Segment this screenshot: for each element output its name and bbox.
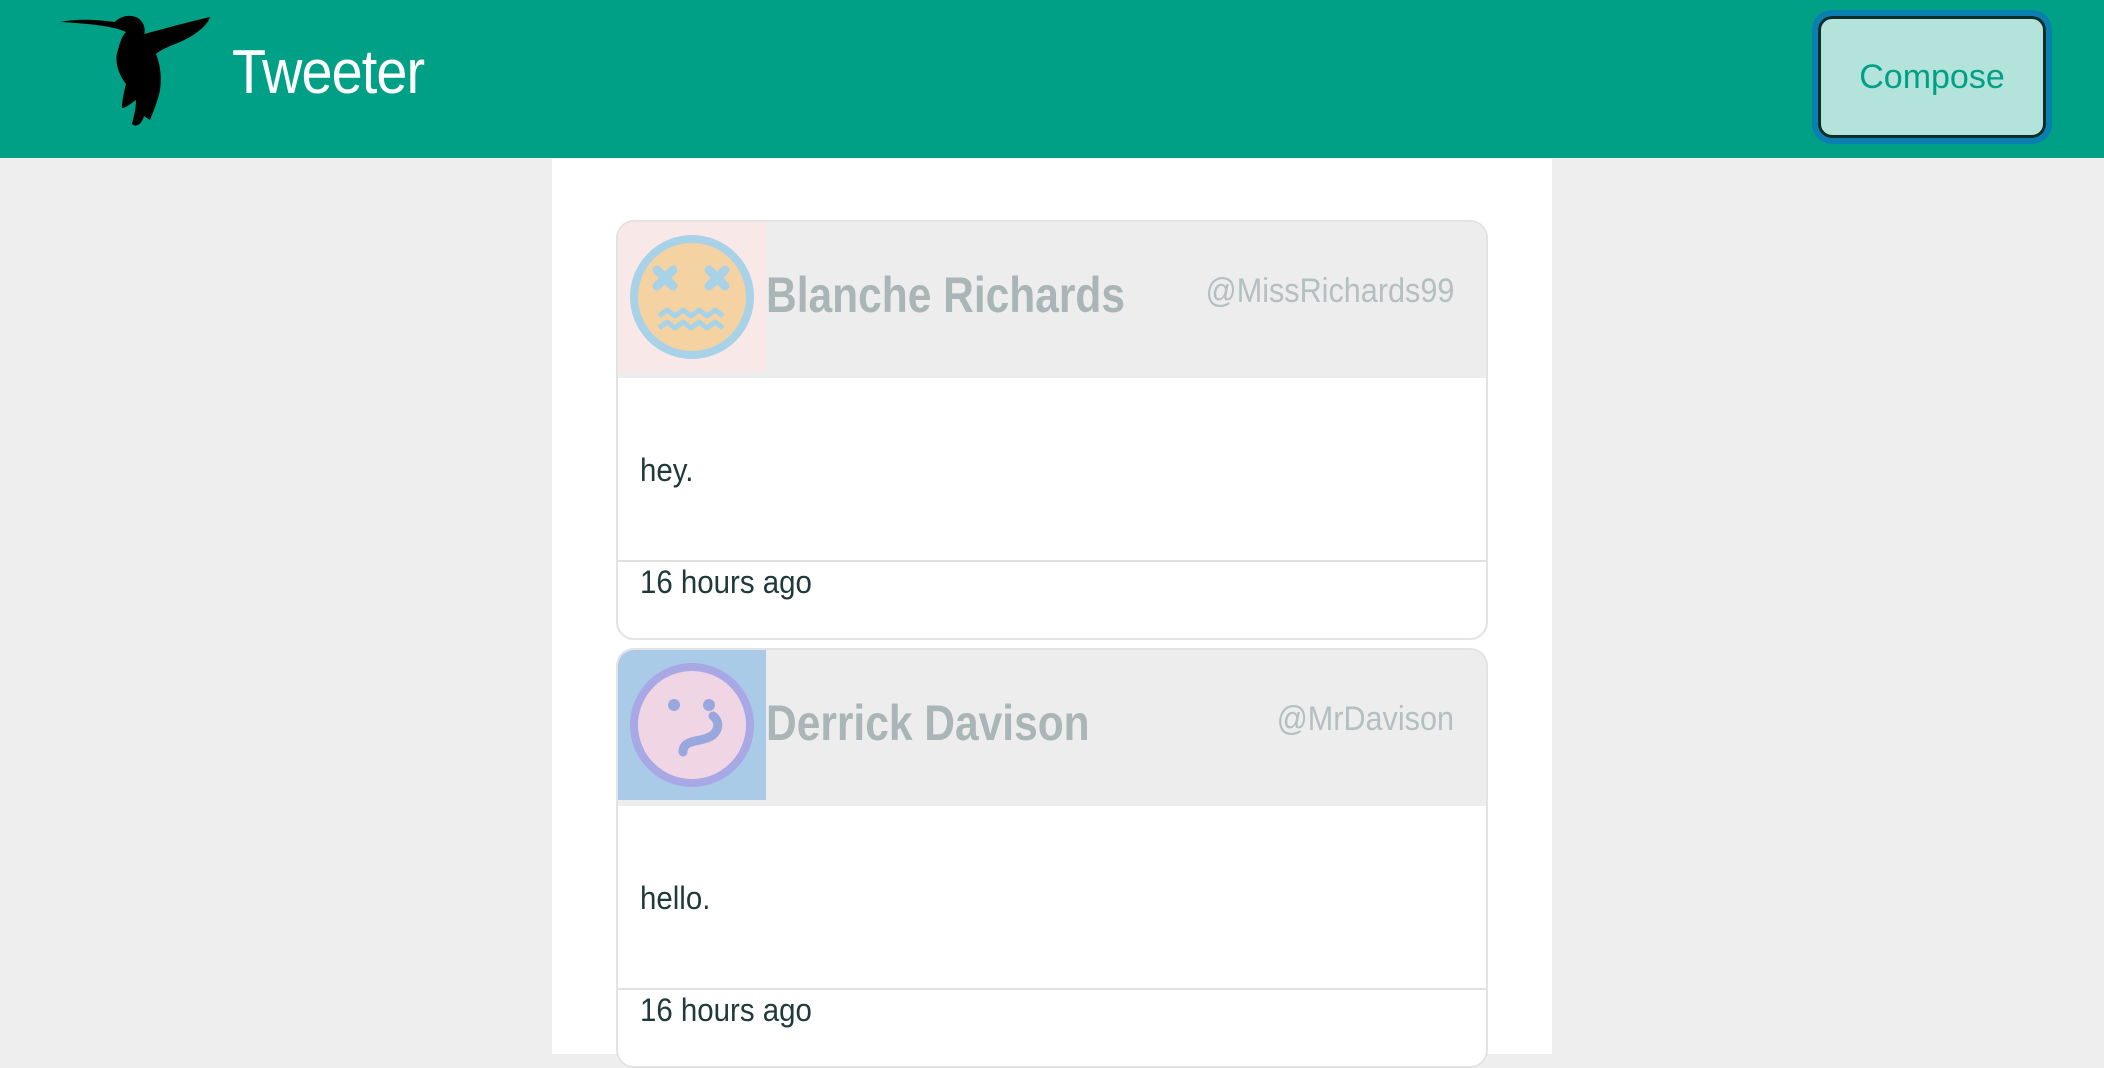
tweet-feed: Blanche Richards @MissRichards99 hey. 16…	[552, 158, 1552, 1068]
confused-face-avatar-icon	[630, 663, 754, 787]
tweet-card: Blanche Richards @MissRichards99 hey. 16…	[616, 220, 1488, 640]
tweet-author-handle: @MrDavison	[1276, 700, 1454, 738]
tweet-header: Derrick Davison @MrDavison	[618, 650, 1486, 806]
hummingbird-icon	[60, 15, 210, 126]
avatar	[618, 650, 766, 800]
avatar	[618, 222, 766, 372]
tweet-timestamp: 16 hours ago	[640, 992, 812, 1028]
dizzy-face-avatar-icon	[630, 235, 754, 359]
tweet-text: hello.	[640, 880, 711, 916]
tweet-card: Derrick Davison @MrDavison hello. 16 hou…	[616, 648, 1488, 1068]
tweet-header: Blanche Richards @MissRichards99	[618, 222, 1486, 378]
tweet-author-handle: @MissRichards99	[1205, 272, 1454, 310]
tweet-timestamp: 16 hours ago	[640, 564, 812, 600]
tweet-author-name: Blanche Richards	[766, 267, 1126, 323]
tweet-text: hey.	[640, 452, 694, 488]
brand: Tweeter	[60, 12, 446, 132]
app-title: Tweeter	[232, 37, 425, 107]
top-navbar: Tweeter Compose	[0, 0, 2104, 158]
compose-button[interactable]: Compose	[1812, 10, 2052, 144]
tweet-author-name: Derrick Davison	[766, 695, 1090, 751]
